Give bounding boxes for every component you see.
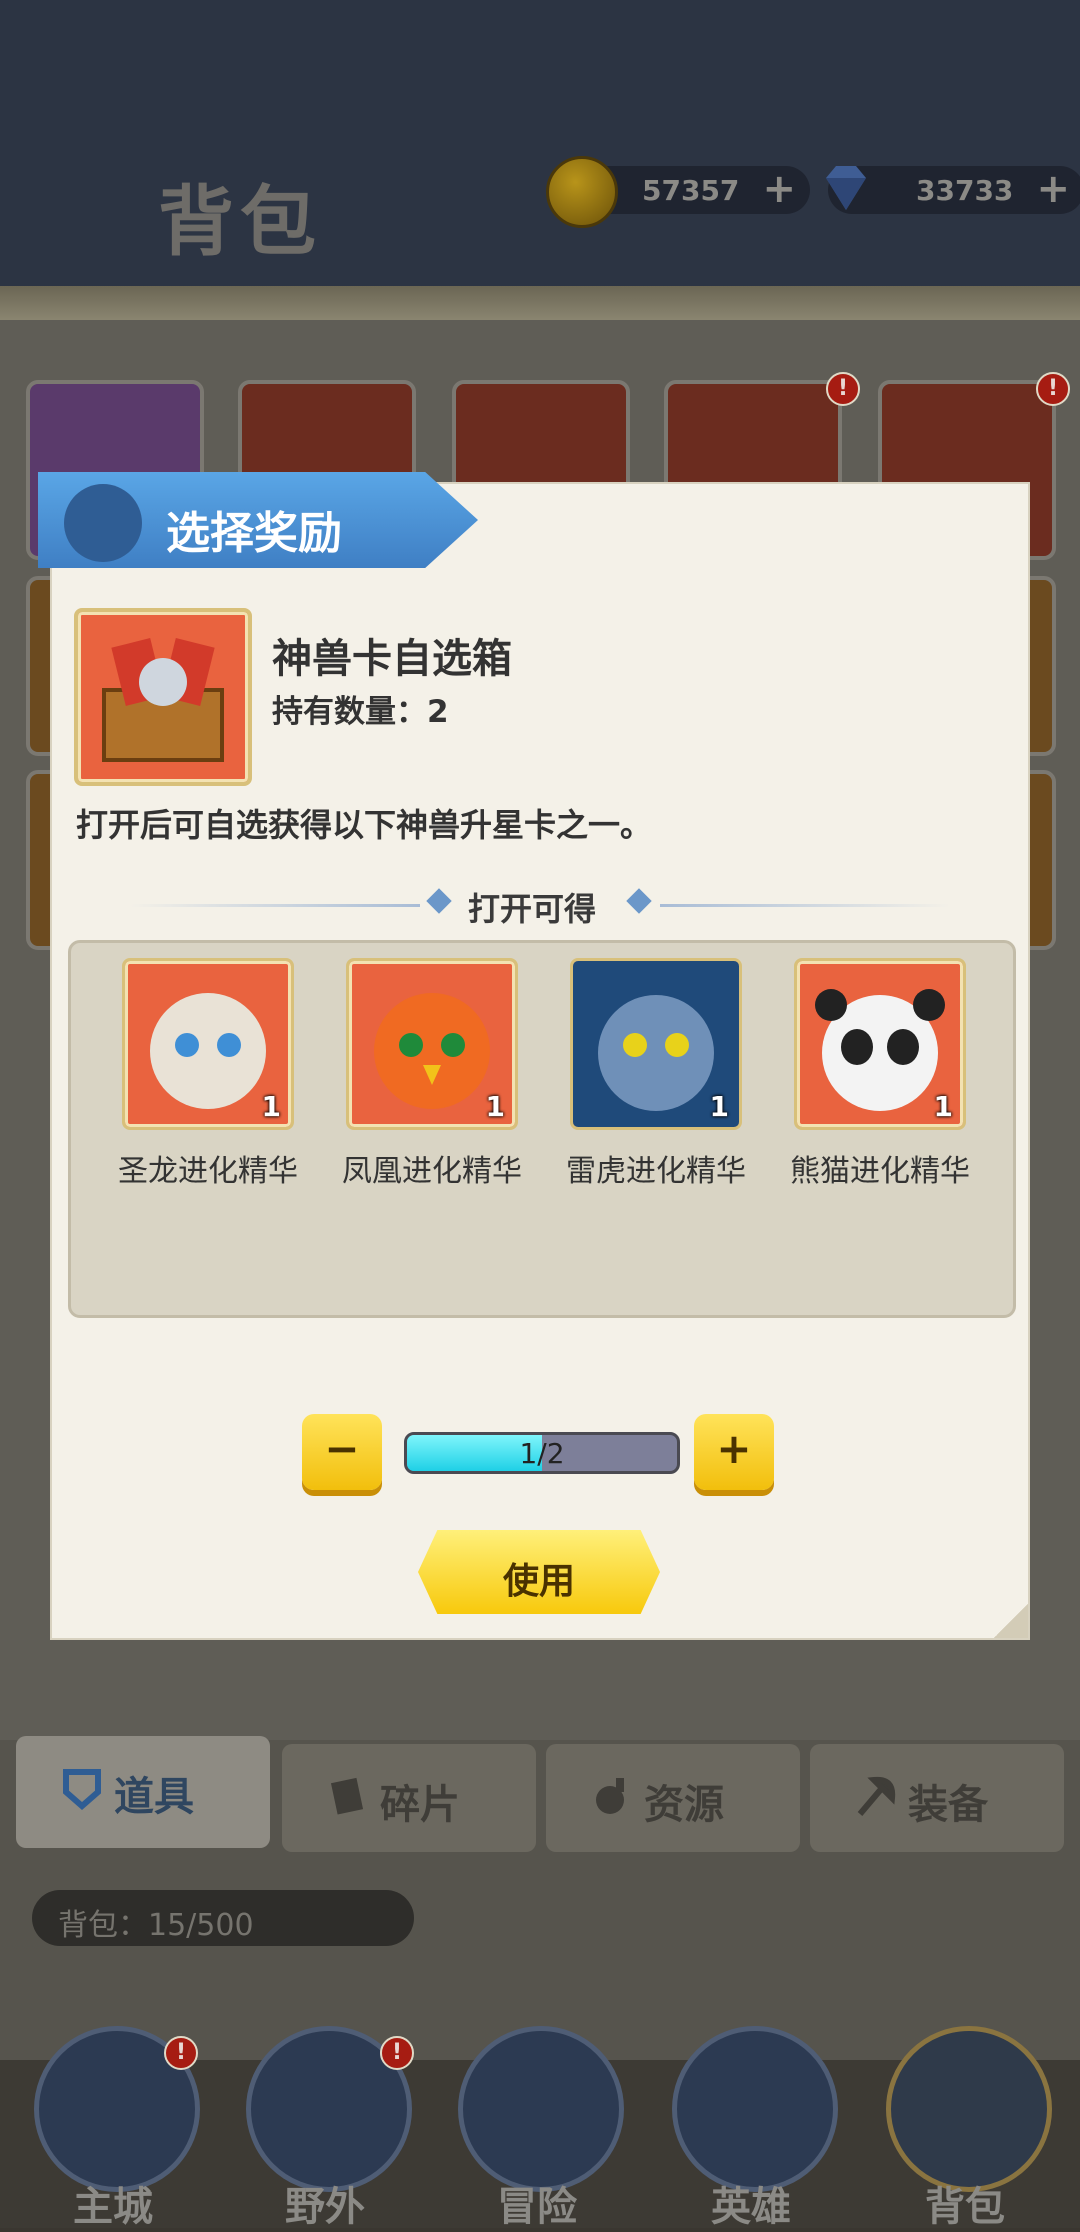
divider-right xyxy=(660,904,950,907)
diamond-icon xyxy=(826,166,866,210)
notification-badge: ! xyxy=(826,372,860,406)
add-gem-button[interactable]: + xyxy=(1036,166,1070,212)
gold-counter: 57357 + xyxy=(546,156,810,228)
holy-dragon-icon: 1 xyxy=(122,958,294,1130)
tab-label: 装备 xyxy=(908,1782,988,1828)
knight-helmet-icon xyxy=(672,2026,838,2192)
potion-icon xyxy=(596,1778,624,1814)
reward-name: 雷虎进化精华 xyxy=(566,1154,746,1189)
reward-name: 凤凰进化精华 xyxy=(342,1154,522,1189)
shield-crest-icon xyxy=(458,2026,624,2192)
item-count: 持有数量：2 xyxy=(272,694,449,730)
tab-label: 资源 xyxy=(644,1782,724,1828)
tab-fragments[interactable]: 碎片 xyxy=(282,1744,536,1852)
nav-label: 野外 xyxy=(285,2184,365,2230)
scroll-icon xyxy=(64,484,142,562)
bag-capacity-text: 背包：15/500 xyxy=(58,1908,254,1943)
tab-equipment[interactable]: 装备 xyxy=(810,1744,1064,1852)
axe-icon xyxy=(857,1776,896,1816)
divider-left xyxy=(130,904,420,907)
notification-badge: ! xyxy=(380,2036,414,2070)
nav-label: 英雄 xyxy=(711,2184,791,2230)
nav-heroes[interactable]: 英雄 xyxy=(666,2026,838,2230)
progress-text: 1/2 xyxy=(519,1437,565,1470)
panda-icon: 1 xyxy=(794,958,966,1130)
reward-option[interactable]: 1 熊猫进化精华 xyxy=(790,958,970,1189)
nav-adventure[interactable]: 冒险 xyxy=(452,2026,624,2230)
nav-label: 冒险 xyxy=(497,2184,577,2230)
decrease-button[interactable]: − xyxy=(302,1414,382,1490)
thunder-tiger-icon: 1 xyxy=(570,958,742,1130)
item-name: 神兽卡自选箱 xyxy=(272,636,512,682)
phoenix-icon: 1 xyxy=(346,958,518,1130)
increase-button[interactable]: + xyxy=(694,1414,774,1490)
dialog-title: 选择奖励 xyxy=(166,508,342,559)
tab-label: 碎片 xyxy=(380,1782,460,1828)
nav-label: 主城 xyxy=(73,2184,153,2230)
reward-qty: 1 xyxy=(485,1090,505,1123)
quantity-progress[interactable]: 1/2 xyxy=(404,1432,680,1474)
notification-badge: ! xyxy=(164,2036,198,2070)
reward-option[interactable]: 1 圣龙进化精华 xyxy=(118,958,298,1189)
nav-label: 背包 xyxy=(925,2184,1005,2230)
notification-badge: ! xyxy=(1036,372,1070,406)
reward-qty: 1 xyxy=(709,1090,729,1123)
bag-capacity: 背包：15/500 xyxy=(32,1890,414,1946)
tab-label: 道具 xyxy=(114,1774,194,1820)
tab-items[interactable]: 道具 xyxy=(16,1736,270,1848)
nav-backpack[interactable]: 背包 xyxy=(880,2026,1052,2230)
page-title: 背包 xyxy=(158,177,322,266)
reward-name: 圣龙进化精华 xyxy=(118,1154,298,1189)
gem-value: 33733 xyxy=(916,174,1014,207)
reward-qty: 1 xyxy=(261,1090,281,1123)
section-label: 打开可得 xyxy=(468,890,597,928)
shield-icon xyxy=(63,1769,101,1810)
backpack-icon xyxy=(886,2026,1052,2192)
reward-qty: 1 xyxy=(933,1090,953,1123)
tab-resources[interactable]: 资源 xyxy=(546,1744,800,1852)
chest-item-icon xyxy=(74,608,252,786)
gem-counter: 33733 + xyxy=(826,166,1080,214)
card-fragment-icon xyxy=(330,1777,364,1815)
item-description: 打开后可自选获得以下神兽升星卡之一。 xyxy=(76,806,653,844)
gold-coin-icon xyxy=(546,156,618,228)
reward-option[interactable]: 1 雷虎进化精华 xyxy=(566,958,746,1189)
reward-name: 熊猫进化精华 xyxy=(790,1154,970,1189)
gold-value: 57357 xyxy=(642,174,740,207)
reward-option[interactable]: 1 凤凰进化精华 xyxy=(342,958,522,1189)
add-gold-button[interactable]: + xyxy=(762,166,796,212)
use-button-label: 使用 xyxy=(502,1561,575,1602)
